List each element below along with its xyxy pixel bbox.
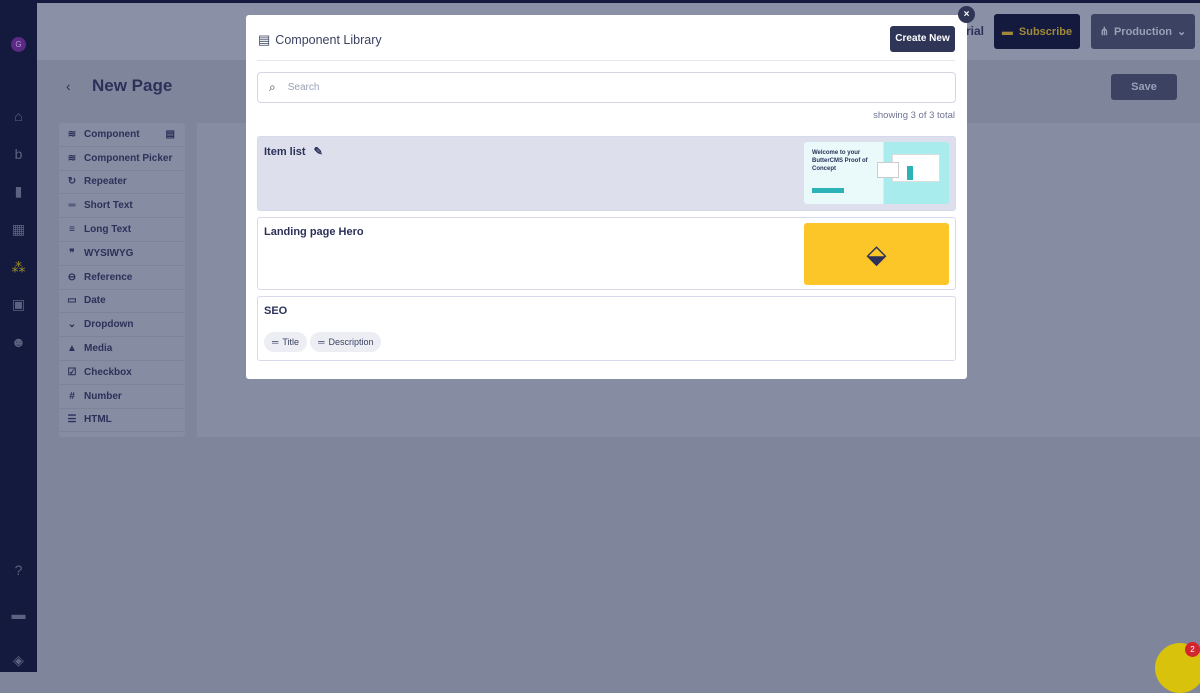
component-library-modal: ▤ Component Library Create New ⌕ showing … — [246, 15, 967, 379]
long-text-icon: ≡ — [69, 224, 75, 236]
component-thumbnail: Welcome to your ButterCMS Proof of Conce… — [804, 142, 949, 204]
home-icon[interactable]: ⌂ — [10, 108, 27, 125]
tutorial-link[interactable]: rial — [966, 24, 984, 38]
users-icon[interactable]: ☻ — [10, 334, 27, 351]
field-label: Date — [84, 295, 106, 307]
close-icon[interactable]: × — [958, 6, 975, 23]
component-card-landing-page-hero[interactable]: Landing page Hero ⬙ — [257, 217, 956, 290]
field-type-component-picker[interactable]: ≋ Component Picker — [59, 147, 185, 171]
pencil-icon[interactable]: ✎ — [314, 145, 323, 158]
chevron-down-icon: ⌄ — [67, 319, 77, 331]
short-text-icon: ═ — [272, 337, 279, 347]
save-button[interactable]: Save — [1111, 74, 1177, 100]
search-box: ⌕ — [257, 72, 956, 103]
layers-icon: ≋ — [67, 128, 77, 140]
checkbox-icon: ☑ — [67, 366, 77, 378]
field-type-reference[interactable]: ⊖ Reference — [59, 266, 185, 290]
layers-icon[interactable]: ◈ — [10, 652, 27, 669]
book-icon: ▤ — [258, 32, 271, 47]
card-icon: ▬ — [1001, 25, 1013, 38]
hash-icon: # — [69, 390, 75, 402]
help-icon[interactable]: ? — [10, 562, 27, 579]
thumbnail-text: Welcome to your ButterCMS Proof of Conce… — [812, 150, 868, 172]
field-chip-title: ═ Title — [264, 332, 308, 352]
page-title: New Page — [92, 76, 173, 95]
field-label: WYSIWYG — [84, 247, 134, 259]
environment-dropdown[interactable]: ⋔ Production ⌄ — [1091, 14, 1195, 49]
divider — [257, 60, 955, 61]
chip-label: Title — [282, 337, 300, 347]
field-type-html[interactable]: ☰ HTML — [59, 409, 185, 433]
component-card-item-list[interactable]: Item list ✎ Welcome to your ButterCMS Pro… — [257, 136, 956, 211]
short-text-icon: ═ — [68, 200, 76, 212]
field-label: Long Text — [84, 224, 132, 236]
field-label: Dropdown — [84, 319, 134, 331]
chip-label: Description — [328, 337, 374, 347]
image-icon: ▲ — [67, 343, 77, 355]
field-type-media[interactable]: ▲ Media — [59, 337, 185, 361]
quote-icon: ❞ — [69, 247, 75, 259]
back-button[interactable]: ‹ — [66, 78, 71, 94]
list-icon: ☰ — [67, 414, 77, 426]
calendar-icon: ▭ — [67, 295, 77, 307]
field-type-short-text[interactable]: ═ Short Text — [59, 194, 185, 219]
field-type-repeater[interactable]: ↻ Repeater — [59, 171, 185, 195]
field-chip-description: ═ Description — [310, 332, 382, 352]
component-thumbnail: ⬙ — [804, 223, 949, 285]
avatar[interactable]: G — [11, 37, 26, 52]
blog-icon[interactable]: b — [10, 146, 27, 163]
component-name: SEO — [264, 305, 288, 317]
subscribe-button[interactable]: ▬ Subscribe — [994, 14, 1080, 49]
media-icon[interactable]: ▣ — [10, 296, 27, 313]
field-label: Media — [84, 343, 113, 355]
field-type-number[interactable]: # Number — [59, 385, 185, 409]
field-type-long-text[interactable]: ≡ Long Text — [59, 218, 185, 242]
notification-badge: 2 — [1185, 642, 1200, 657]
sitemap-icon: ⋔ — [1099, 26, 1109, 38]
environment-label: Production — [1113, 25, 1173, 38]
field-label: Component — [84, 128, 140, 140]
field-type-list: ≋ Component ▤ ≋ Component Picker ↻ Repeater ═ Sh… — [59, 123, 185, 437]
field-type-component[interactable]: ≋ Component ▤ — [59, 123, 185, 147]
link-icon: ⊖ — [67, 271, 77, 283]
search-icon: ⌕ — [269, 80, 276, 94]
library-icon[interactable]: ▤ — [166, 129, 175, 140]
chevron-down-icon: ⌄ — [1177, 26, 1187, 38]
field-type-dropdown[interactable]: ⌄ Dropdown — [59, 313, 185, 338]
field-label: Checkbox — [84, 366, 132, 378]
modal-title: Component Library — [275, 33, 382, 47]
layers-plus-icon: ≋ — [67, 152, 77, 164]
component-name: Landing page Hero — [264, 226, 364, 238]
page-icon[interactable]: ▮ — [10, 183, 27, 200]
field-type-checkbox[interactable]: ☑ Checkbox — [59, 361, 185, 385]
field-label: HTML — [84, 414, 112, 426]
short-text-icon: ═ — [318, 337, 325, 347]
book-icon[interactable]: ▬ — [10, 606, 27, 623]
field-label: Repeater — [84, 176, 127, 188]
component-card-seo[interactable]: SEO ═ Title ═ Description — [257, 296, 956, 361]
search-input[interactable] — [287, 82, 955, 93]
repeat-icon: ↻ — [67, 176, 77, 188]
field-label: Number — [84, 390, 122, 402]
collection-icon[interactable]: ▦ — [10, 221, 27, 238]
field-label: Component Picker — [84, 152, 173, 164]
result-count: showing 3 of 3 total — [873, 110, 955, 121]
component-name: Item list — [264, 145, 306, 158]
field-type-wysiwyg[interactable]: ❞ WYSIWYG — [59, 242, 185, 266]
field-label: Reference — [84, 271, 133, 283]
sidebar: G ⌂ b ▮ ▦ ⁂ ▣ ☻ ? ▬ ◈ — [0, 0, 37, 672]
field-label: Short Text — [84, 200, 133, 212]
subscribe-label: Subscribe — [1018, 25, 1073, 38]
field-type-date[interactable]: ▭ Date — [59, 290, 185, 314]
components-icon[interactable]: ⁂ — [10, 259, 27, 276]
create-new-button[interactable]: Create New — [890, 26, 955, 52]
